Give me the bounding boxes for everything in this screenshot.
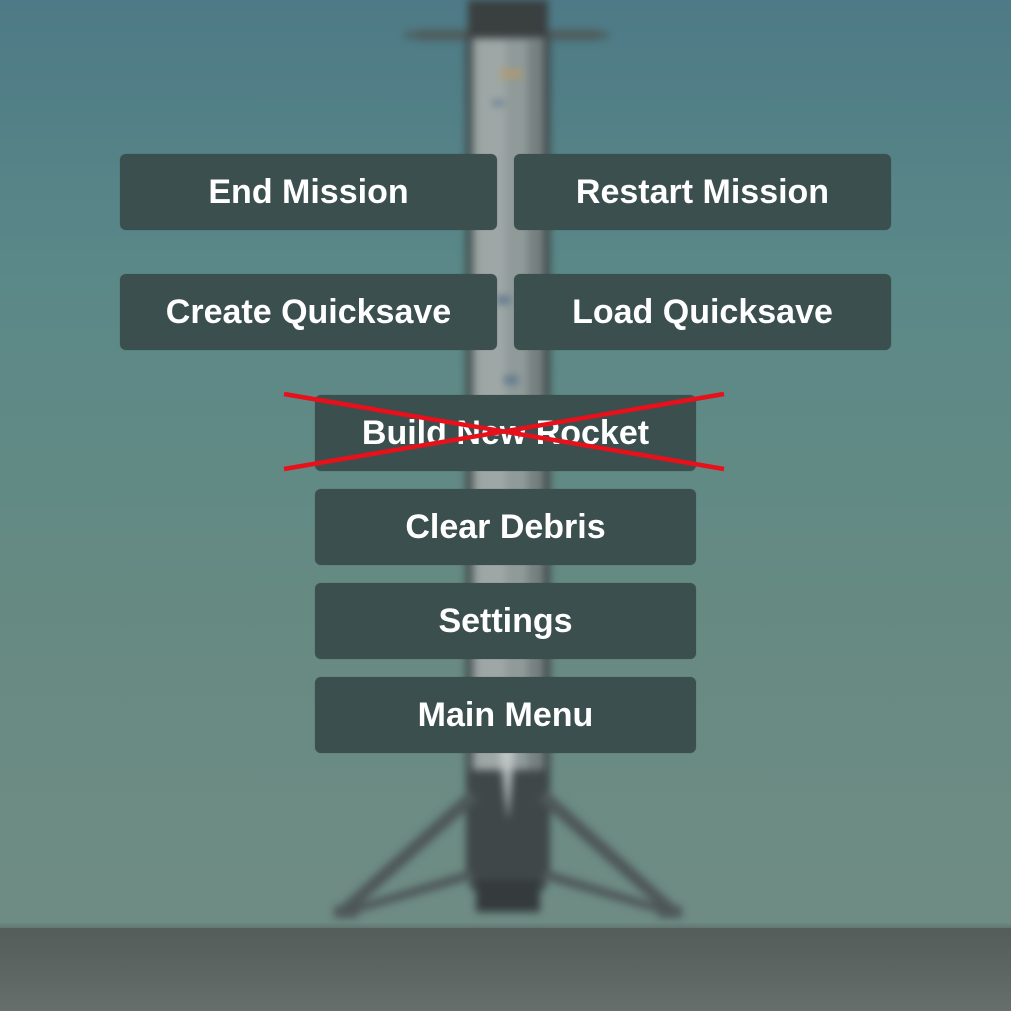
- pause-menu: End Mission Restart Mission Create Quick…: [0, 0, 1011, 1011]
- end-mission-button[interactable]: End Mission: [120, 154, 497, 230]
- restart-mission-button[interactable]: Restart Mission: [514, 154, 891, 230]
- main-menu-button[interactable]: Main Menu: [315, 677, 696, 753]
- load-quicksave-button[interactable]: Load Quicksave: [514, 274, 891, 350]
- build-new-rocket-button[interactable]: Build New Rocket: [315, 395, 696, 471]
- create-quicksave-button[interactable]: Create Quicksave: [120, 274, 497, 350]
- clear-debris-button[interactable]: Clear Debris: [315, 489, 696, 565]
- settings-button[interactable]: Settings: [315, 583, 696, 659]
